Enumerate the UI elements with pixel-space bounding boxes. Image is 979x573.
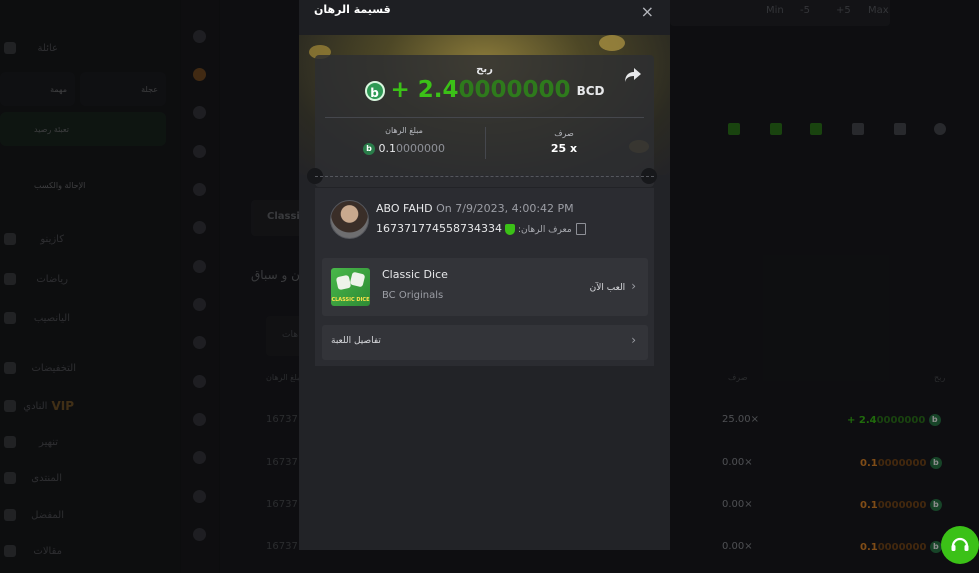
bcd-coin-icon: b bbox=[363, 143, 375, 155]
game-name: Classic Dice bbox=[382, 268, 448, 281]
bet-date: On 7/9/2023, 4:00:42 PM bbox=[436, 202, 574, 215]
currency-label: BCD bbox=[576, 83, 605, 98]
bet-id-label: معرف الرهان: bbox=[517, 225, 572, 235]
share-icon[interactable] bbox=[624, 67, 642, 83]
headset-icon bbox=[951, 537, 969, 551]
bet-amount-value: b 0.10000000 bbox=[344, 142, 464, 155]
dice-icon bbox=[335, 274, 352, 291]
divider bbox=[325, 117, 644, 118]
user-line: ABO FAHD On 7/9/2023, 4:00:42 PM bbox=[376, 202, 574, 215]
username[interactable]: ABO FAHD bbox=[376, 202, 433, 215]
ticket-divider bbox=[315, 176, 654, 178]
game-provider: BC Originals bbox=[382, 290, 444, 301]
bcd-coin-icon: b bbox=[364, 80, 385, 101]
payout-label: صرف bbox=[554, 129, 574, 138]
avatar[interactable] bbox=[330, 200, 369, 239]
copy-icon[interactable] bbox=[575, 223, 586, 235]
bet-id-line: معرف الرهان: 167371774558734334 bbox=[376, 222, 586, 235]
modal-header: قسيمة الرهان × bbox=[299, 0, 670, 35]
payout-value: 25 x bbox=[550, 142, 578, 155]
divider bbox=[485, 127, 486, 159]
bet-amount-label: مبلغ الرهان bbox=[385, 126, 423, 135]
thumbnail-caption: CLASSIC DICE bbox=[331, 297, 370, 303]
play-now-label: العب الآن bbox=[589, 283, 626, 293]
close-button[interactable]: × bbox=[641, 2, 654, 21]
win-label: ربح bbox=[476, 64, 493, 75]
game-thumbnail: CLASSIC DICE bbox=[331, 268, 370, 306]
bet-id: 167371774558734334 bbox=[376, 222, 502, 235]
game-details-label: تفاصيل اللعبة bbox=[331, 336, 381, 346]
game-details-row[interactable]: تفاصيل اللعبة › bbox=[322, 325, 648, 360]
coin-decoration-icon bbox=[599, 35, 625, 51]
game-link-row[interactable]: CLASSIC DICE Classic Dice BC Originals ا… bbox=[322, 258, 648, 316]
chevron-right-icon: › bbox=[631, 333, 636, 347]
modal-title: قسيمة الرهان bbox=[314, 3, 391, 16]
win-summary-card: ربح b + 2.40000000 BCD مبلغ الرهان b 0.100… bbox=[315, 55, 654, 187]
verified-shield-icon bbox=[504, 223, 515, 235]
chevron-right-icon: › bbox=[631, 279, 636, 293]
dice-icon bbox=[349, 271, 366, 288]
support-chat-button[interactable] bbox=[941, 526, 979, 564]
play-now-button[interactable]: العب الآن › bbox=[590, 279, 636, 293]
win-amount: b + 2.40000000 BCD bbox=[315, 77, 654, 103]
